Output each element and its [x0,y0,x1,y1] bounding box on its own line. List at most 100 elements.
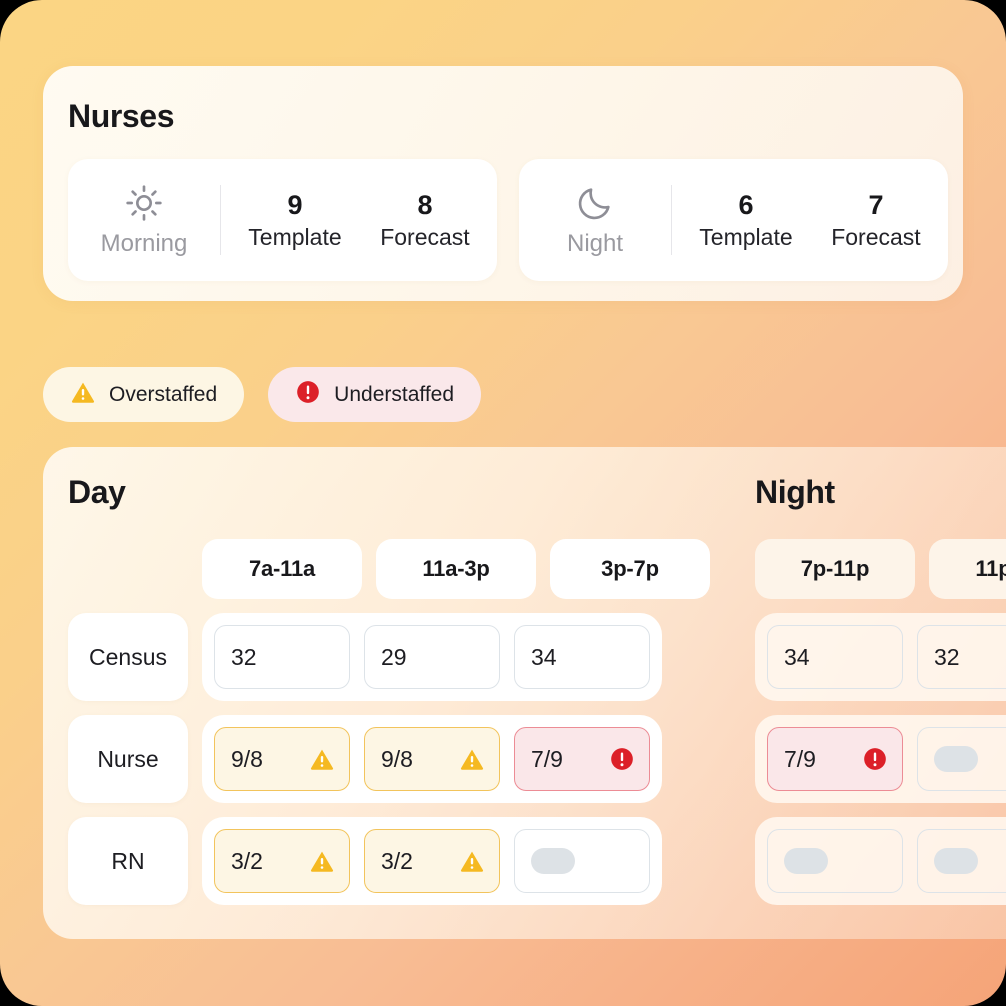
shift-stats-night: 6 Template 7 Forecast [672,189,948,250]
schedule-section-night: Night 7p-11p 11p-3a 34 [755,474,1006,905]
table-row: 7/9 [755,715,1006,803]
shift-label-night: Night [566,229,624,257]
shift-summary-panels: Morning 9 Template 8 Forecast Night 6 Te… [68,159,948,281]
empty-placeholder-pill [531,848,575,874]
warning-triangle-icon [309,746,335,772]
cell-value: 29 [381,643,407,670]
dashboard-page: Nurses Morning 9 Template 8 Forecast Nig… [0,0,1006,1006]
row-label-nurse: Nurse [68,715,188,803]
stat-label: Forecast [380,223,470,250]
cell-value: 3/2 [381,847,413,874]
stat-template-morning: 9 Template [248,189,342,250]
staffing-cell-empty[interactable] [917,727,1006,791]
cell-value: 32 [934,643,960,670]
alert-circle-icon [295,379,321,410]
cell-value: 9/8 [381,745,413,772]
stat-label: Template [248,223,342,250]
nurses-summary-card: Nurses Morning 9 Template 8 Forecast Nig… [43,66,963,301]
cell-value: 3/2 [231,847,263,874]
alert-circle-icon [609,746,635,772]
schedule-grid-night: 7p-11p 11p-3a 34 32 [755,539,1006,905]
staffing-cell-overstaffed[interactable]: 3/2 [214,829,350,893]
page-title: Nurses [68,98,175,134]
warning-triangle-icon [70,379,96,410]
stat-label: Template [699,223,793,250]
row-label-rn: RN [68,817,188,905]
schedule-section-day: Day 7a-11a 11a-3p 3p-7p Census 32 29 34 … [68,474,710,905]
corner-spacer [68,539,188,599]
header-row: 7p-11p 11p-3a [755,539,1006,599]
table-row: Nurse 9/8 9/8 7/9 [68,715,710,803]
census-cell[interactable]: 32 [917,625,1006,689]
stat-value: 8 [417,189,433,220]
empty-placeholder-pill [784,848,828,874]
section-title-night: Night [755,474,835,510]
row-cells-rn-night [755,817,1006,905]
shift-panel-morning[interactable]: Morning 9 Template 8 Forecast [68,159,497,281]
row-cells-nurse-day: 9/8 9/8 7/9 [202,715,662,803]
staffing-cell-empty[interactable] [514,829,650,893]
warning-triangle-icon [459,848,485,874]
stat-forecast-morning: 8 Forecast [380,189,470,250]
status-legend: Overstaffed Understaffed [43,367,482,422]
cell-value: 7/9 [531,745,563,772]
staffing-cell-understaffed[interactable]: 7/9 [514,727,650,791]
staffing-cell-overstaffed[interactable]: 3/2 [364,829,500,893]
column-headers-night: 7p-11p 11p-3a [755,539,1006,599]
legend-item-overstaffed[interactable]: Overstaffed [43,367,245,422]
row-cells-census-night: 34 32 [755,613,1006,701]
table-row: 34 32 [755,613,1006,701]
schedule-grid-day: 7a-11a 11a-3p 3p-7p Census 32 29 34 Nurs… [68,539,710,905]
census-cell[interactable]: 34 [767,625,903,689]
legend-item-understaffed[interactable]: Understaffed [268,367,482,422]
table-row: RN 3/2 3/2 [68,817,710,905]
row-cells-rn-day: 3/2 3/2 [202,817,662,905]
stat-value: 7 [868,189,884,220]
cell-value: 34 [784,643,810,670]
shift-identity-morning: Morning [68,183,220,258]
schedule-card: Day 7a-11a 11a-3p 3p-7p Census 32 29 34 … [43,447,1006,939]
moon-icon [575,183,615,223]
staffing-cell-empty[interactable] [767,829,903,893]
staffing-cell-overstaffed[interactable]: 9/8 [214,727,350,791]
warning-triangle-icon [459,746,485,772]
census-cell[interactable]: 32 [214,625,350,689]
staffing-cell-empty[interactable] [917,829,1006,893]
table-row [755,817,1006,905]
table-row: Census 32 29 34 [68,613,710,701]
staffing-cell-understaffed[interactable]: 7/9 [767,727,903,791]
section-title-day: Day [68,474,126,510]
stat-value: 6 [738,189,754,220]
row-cells-census-day: 32 29 34 [202,613,662,701]
legend-label: Understaffed [334,382,455,406]
column-header[interactable]: 7p-11p [755,539,915,599]
shift-stats-morning: 9 Template 8 Forecast [221,189,497,250]
shift-panel-night[interactable]: Night 6 Template 7 Forecast [519,159,948,281]
sun-icon [124,183,164,223]
staffing-cell-overstaffed[interactable]: 9/8 [364,727,500,791]
column-headers-day: 7a-11a 11a-3p 3p-7p [202,539,710,599]
column-header[interactable]: 7a-11a [202,539,362,599]
header-row: 7a-11a 11a-3p 3p-7p [68,539,710,599]
column-header[interactable]: 11p-3a [929,539,1006,599]
warning-triangle-icon [309,848,335,874]
column-header[interactable]: 11a-3p [376,539,536,599]
stat-template-night: 6 Template [699,189,793,250]
legend-label: Overstaffed [109,382,218,406]
stat-forecast-night: 7 Forecast [831,189,921,250]
empty-placeholder-pill [934,848,978,874]
census-cell[interactable]: 34 [514,625,650,689]
stat-value: 9 [287,189,303,220]
row-cells-nurse-night: 7/9 [755,715,1006,803]
stat-label: Forecast [831,223,921,250]
shift-identity-night: Night [519,183,671,258]
row-label-census: Census [68,613,188,701]
cell-value: 9/8 [231,745,263,772]
alert-circle-icon [862,746,888,772]
census-cell[interactable]: 29 [364,625,500,689]
column-header[interactable]: 3p-7p [550,539,710,599]
cell-value: 32 [231,643,257,670]
shift-label-morning: Morning [100,229,188,257]
cell-value: 7/9 [784,745,816,772]
empty-placeholder-pill [934,746,978,772]
